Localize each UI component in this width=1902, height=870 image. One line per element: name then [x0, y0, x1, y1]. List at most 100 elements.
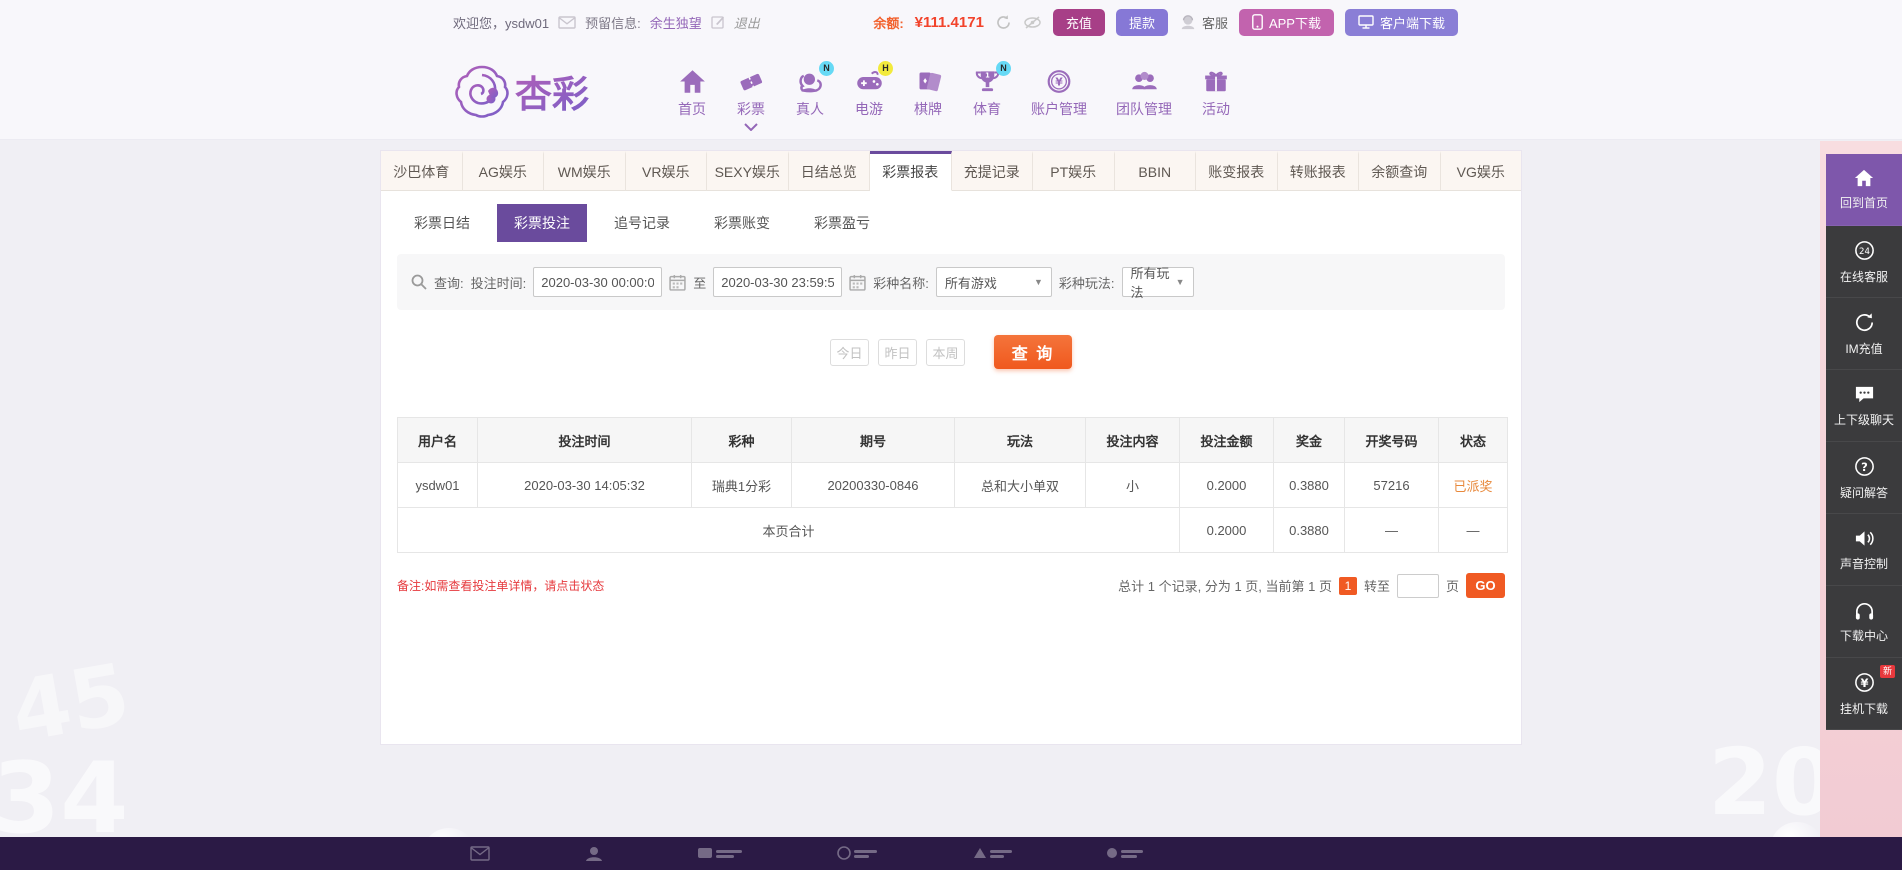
- logo-text: 杏彩: [515, 73, 589, 116]
- sidebar-label: 挂机下载: [1839, 701, 1888, 716]
- col-prize: 奖金: [1273, 417, 1345, 463]
- table-header-row: 用户名 投注时间 彩种 期号 玩法 投注内容 投注金额 奖金 开奖号码 状态: [397, 417, 1508, 463]
- sidebar-item-chat[interactable]: 上下级聊天: [1826, 370, 1902, 442]
- new-badge: 新: [1879, 665, 1895, 678]
- sidebar-item-download-center[interactable]: 下载中心: [1826, 586, 1902, 658]
- subtab-lottery-bets[interactable]: 彩票投注: [497, 204, 587, 242]
- tab-ag[interactable]: AG娱乐: [462, 151, 544, 191]
- hide-balance-eye-icon[interactable]: [1023, 15, 1042, 30]
- sidebar-item-back-home[interactable]: 回到首页: [1826, 154, 1902, 226]
- main-content-card: 沙巴体育 AG娱乐 WM娱乐 VR娱乐 SEXY娱乐 日结总览 彩票报表 充提记…: [380, 150, 1522, 745]
- total-bet-amount: 0.2000: [1179, 507, 1274, 553]
- nav-item-sports[interactable]: 1 N 体育: [972, 60, 1011, 119]
- ticket-icon: [736, 66, 766, 94]
- sidebar-item-im-recharge[interactable]: IM充值: [1826, 298, 1902, 370]
- withdraw-button[interactable]: 提款: [1115, 8, 1168, 36]
- tab-transfer-report[interactable]: 转账报表: [1277, 151, 1359, 191]
- total-draw-number: —: [1344, 507, 1439, 553]
- site-logo[interactable]: 杏彩: [451, 61, 619, 123]
- current-page-badge[interactable]: 1: [1338, 576, 1357, 595]
- sidebar-item-hangup-download[interactable]: 新 ¥ 挂机下载: [1826, 658, 1902, 730]
- go-button[interactable]: GO: [1466, 573, 1505, 598]
- table-row: ysdw01 2020-03-30 14:05:32 瑞典1分彩 2020033…: [397, 462, 1508, 508]
- tab-balance-query[interactable]: 余额查询: [1359, 151, 1441, 191]
- main-nav: 首页 彩票 N 真人 H 电游 棋牌 1 N 体育 ¥ 账户管理 团队管理 活动: [677, 60, 1231, 131]
- calendar-icon[interactable]: [849, 274, 866, 291]
- sidebar-item-online-service[interactable]: 24 在线客服: [1826, 226, 1902, 298]
- nav-item-lottery[interactable]: 彩票: [736, 66, 766, 131]
- speaker-icon: [1855, 530, 1874, 546]
- today-button[interactable]: 今日: [830, 338, 869, 366]
- col-play-type: 玩法: [954, 417, 1086, 463]
- tab-sexy[interactable]: SEXY娱乐: [707, 151, 789, 191]
- balance-value: ¥111.4171: [914, 13, 984, 31]
- goto-page-input[interactable]: [1396, 573, 1439, 598]
- pagination-summary: 总计 1 个记录, 分为 1 页, 当前第 1 页: [1118, 579, 1332, 594]
- col-bet-time: 投注时间: [477, 417, 692, 463]
- edit-icon[interactable]: [711, 15, 725, 29]
- game-select[interactable]: 所有游戏 ▼: [935, 267, 1052, 297]
- play-type-select[interactable]: 所有玩法 ▼: [1121, 266, 1194, 300]
- tab-vr[interactable]: VR娱乐: [625, 151, 707, 191]
- footer-logo-icon: [837, 846, 877, 860]
- cell-bet-amount: 0.2000: [1179, 462, 1274, 508]
- yesterday-button[interactable]: 昨日: [878, 338, 917, 366]
- svg-text:?: ?: [1861, 459, 1868, 473]
- filter-bar: 查询: 投注时间: 至 彩种名称: 所有游戏 ▼ 彩种玩法: 所有玩法 ▼: [397, 254, 1505, 310]
- col-lottery-type: 彩种: [691, 417, 792, 463]
- customer-service-button[interactable]: 客服: [1179, 13, 1228, 32]
- page-unit-label: 页: [1445, 579, 1459, 594]
- nav-item-egame[interactable]: H 电游: [854, 60, 893, 119]
- reserved-info-value: 余生独望: [649, 15, 702, 31]
- cards-icon: [913, 66, 943, 94]
- tab-bbin[interactable]: BBIN: [1114, 151, 1196, 191]
- subtab-lottery-daily[interactable]: 彩票日结: [397, 204, 487, 242]
- search-button[interactable]: 查 询: [994, 335, 1072, 369]
- tab-account-change-report[interactable]: 账变报表: [1196, 151, 1278, 191]
- nav-item-live[interactable]: N 真人: [795, 60, 834, 119]
- nav-label: 电游: [855, 100, 883, 117]
- nav-item-home[interactable]: 首页: [677, 66, 707, 119]
- nav-item-chess[interactable]: 棋牌: [913, 66, 943, 119]
- date-from-input[interactable]: [533, 267, 663, 297]
- badge-n: N: [996, 60, 1011, 76]
- sidebar-label: 下载中心: [1839, 628, 1888, 643]
- section-tabbar: 沙巴体育 AG娱乐 WM娱乐 VR娱乐 SEXY娱乐 日结总览 彩票报表 充提记…: [381, 151, 1521, 191]
- cell-bet-time: 2020-03-30 14:05:32: [477, 462, 692, 508]
- nav-item-account[interactable]: ¥ 账户管理: [1031, 66, 1087, 119]
- tab-wm[interactable]: WM娱乐: [544, 151, 626, 191]
- client-download-button[interactable]: 客户端下载: [1344, 8, 1458, 36]
- subtab-lottery-account-change[interactable]: 彩票账变: [697, 204, 787, 242]
- tab-daily-summary[interactable]: 日结总览: [788, 151, 870, 191]
- site-header: 杏彩 首页 彩票 N 真人 H 电游 棋牌 1 N 体育 ¥ 账户管理 团队管理…: [381, 44, 1522, 140]
- svg-text:¥: ¥: [1860, 675, 1868, 689]
- cell-status-paid[interactable]: 已派奖: [1438, 462, 1508, 508]
- nav-item-team[interactable]: 团队管理: [1116, 66, 1172, 119]
- date-to-input[interactable]: [713, 267, 843, 297]
- watermark-number: 20: [1707, 729, 1836, 836]
- topbar: 欢迎您，ysdw01 预留信息: 余生独望 退出 余额: ¥111.4171 充…: [381, 0, 1522, 44]
- app-download-button[interactable]: APP下载: [1238, 8, 1334, 36]
- this-week-button[interactable]: 本周: [926, 338, 965, 366]
- sidebar-label: 回到首页: [1839, 196, 1888, 210]
- tab-lottery-report[interactable]: 彩票报表: [870, 151, 952, 191]
- sidebar-item-sound-control[interactable]: 声音控制: [1826, 514, 1902, 586]
- subtab-lottery-profit-loss[interactable]: 彩票盈亏: [797, 204, 887, 242]
- phone-icon: [1252, 14, 1263, 30]
- svg-text:1: 1: [985, 71, 990, 79]
- refresh-balance-icon[interactable]: [995, 14, 1012, 31]
- logout-link[interactable]: 退出: [734, 13, 760, 32]
- tab-deposit-withdraw-records[interactable]: 充提记录: [951, 151, 1033, 191]
- tab-shaba-sports[interactable]: 沙巴体育: [381, 151, 463, 191]
- tab-pt[interactable]: PT娱乐: [1033, 151, 1115, 191]
- mail-icon[interactable]: [558, 15, 576, 30]
- yen-coin-icon: ¥: [1854, 672, 1874, 692]
- tab-vg[interactable]: VG娱乐: [1440, 151, 1521, 191]
- calendar-icon[interactable]: [669, 274, 686, 291]
- recharge-button[interactable]: 充值: [1052, 8, 1105, 36]
- footer-person-icon: [586, 847, 602, 861]
- sidebar-item-faq[interactable]: ? 疑问解答: [1826, 442, 1902, 514]
- chevron-down-icon: ▼: [1033, 277, 1043, 287]
- nav-item-activity[interactable]: 活动: [1201, 66, 1231, 119]
- subtab-chase-records[interactable]: 追号记录: [597, 204, 687, 242]
